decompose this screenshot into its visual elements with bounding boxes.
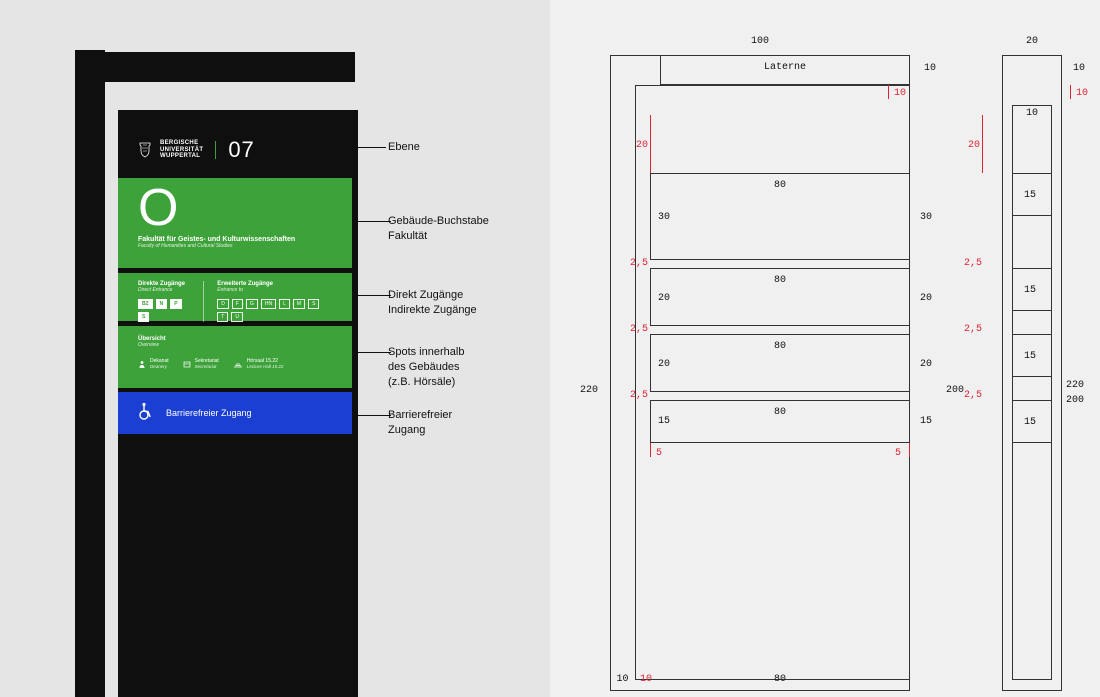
extended-badges: D F G HN L M S T U: [217, 299, 332, 322]
dim-r1-h: 30: [920, 212, 932, 223]
dim-outer-h: 220: [580, 385, 598, 396]
badge: S: [138, 312, 149, 322]
dim-bottom-margin: 10: [610, 674, 635, 685]
header-divider: [215, 141, 216, 159]
tick: [1070, 85, 1071, 99]
dim-r2-h: 20: [920, 293, 932, 304]
dim-r3-h: 20: [920, 359, 932, 370]
dim-s4: 15: [1024, 417, 1036, 428]
faculty-name: Fakultät für Geistes- und Kulturwissensc…: [118, 234, 352, 243]
callout-ebene: Ebene: [388, 140, 420, 155]
support-beam-vertical: [75, 50, 105, 697]
dim-b3-h: 20: [658, 359, 670, 370]
badge: F: [232, 299, 243, 309]
dim-b4-h: 15: [658, 416, 670, 427]
dim-red-top-gap: 20: [636, 140, 648, 151]
dim-b2-h: 20: [658, 293, 670, 304]
spot-label-en: Lecture Hall 15.22: [247, 364, 284, 369]
badge: HN: [261, 299, 276, 309]
badge: L: [279, 299, 290, 309]
dim-side-inner-h: 200: [1066, 395, 1084, 406]
support-beam-horizontal: [75, 52, 355, 82]
dim-side-gap: 10: [1064, 63, 1094, 74]
deanery-icon: [138, 360, 146, 368]
badge: T: [217, 312, 228, 322]
spot-item: SekretariatSecretariat: [183, 358, 219, 369]
dim-red-sg2: 2,5: [964, 324, 982, 335]
lantern-label: Laterne: [660, 62, 910, 73]
access-block: Direkte Zugänge Direct Entrance BZ N P S…: [118, 273, 352, 321]
tick: [650, 115, 651, 173]
badge: G: [246, 299, 258, 309]
building-letter: O: [118, 178, 352, 234]
dim-side-w: 20: [1002, 36, 1062, 47]
dim-s3: 15: [1024, 351, 1036, 362]
spot-label-en: Secretariat: [195, 364, 219, 369]
faculty-name-en: Faculty of Humanities and Cultural Studi…: [118, 243, 352, 249]
badge: P: [170, 299, 181, 309]
dim-red-top-gap-2: 20: [968, 140, 980, 151]
badge: M: [293, 299, 305, 309]
dim-red-g3: 2,5: [630, 390, 648, 401]
dim-red-g2: 2,5: [630, 324, 648, 335]
spot-label-en: Deanery: [150, 364, 169, 369]
extended-access-subtitle: Entrance to: [217, 287, 332, 293]
building-faculty-block: O Fakultät für Geistes- und Kulturwissen…: [118, 178, 352, 268]
dim-b1-h: 30: [658, 212, 670, 223]
dim-side-outer-h: 220: [1066, 380, 1084, 391]
dim-red-5-l: 5: [656, 448, 662, 459]
dim-s1: 15: [1024, 190, 1036, 201]
accessible-entrance-block: Barrierefreier Zugang: [118, 392, 352, 434]
wheelchair-icon: [138, 402, 154, 425]
tick: [982, 115, 983, 173]
tick: [909, 443, 910, 457]
dim-r4-h: 15: [920, 416, 932, 427]
level-number: 07: [228, 137, 254, 163]
dim-side-inner-top: 10: [1012, 108, 1052, 119]
dim-red-5-r: 5: [895, 448, 901, 459]
spot-item: DekanatDeanery: [138, 358, 169, 369]
badge: S: [308, 299, 319, 309]
dim-red-sg1: 2,5: [964, 258, 982, 269]
pylon-header: BERGISCHEUNIVERSITÄTWUPPERTAL 07: [138, 132, 338, 168]
dim-b3-w: 80: [650, 341, 910, 352]
dim-inner-h: 200: [946, 385, 964, 396]
accessible-entrance-label: Barrierefreier Zugang: [166, 408, 252, 418]
direct-access-column: Direkte Zugänge Direct Entrance BZ N P S: [138, 281, 189, 322]
dim-red-side-margin: 10: [1076, 88, 1088, 99]
dim-b2-w: 80: [650, 275, 910, 286]
badge: N: [156, 299, 168, 309]
dim-b1-w: 80: [650, 180, 910, 191]
dim-red-margin: 10: [894, 88, 906, 99]
dim-red-sg3: 2,5: [964, 390, 982, 401]
extended-access-column: Erweiterte Zugänge Entrance to D F G HN …: [217, 281, 332, 322]
university-crest-icon: [138, 142, 152, 158]
secretariat-icon: [183, 360, 191, 368]
tick: [650, 443, 651, 457]
callout-spots: Spots innerhalb des Gebäudes (z.B. Hörsä…: [388, 345, 464, 390]
dim-outer-w: 100: [610, 36, 910, 47]
spot-item: Hörsaal 15.22Lecture Hall 15.22: [233, 358, 284, 369]
callout-zugaenge: Direkt Zugänge Indirekte Zugänge: [388, 288, 477, 318]
badge: D: [217, 299, 229, 309]
dim-red-g1: 2,5: [630, 258, 648, 269]
badge: U: [231, 312, 243, 322]
overview-block: Übersicht Overview DekanatDeanery Sekret…: [118, 326, 352, 388]
badge: BZ: [138, 299, 153, 309]
mockup-panel: BERGISCHEUNIVERSITÄTWUPPERTAL 07 O Fakul…: [0, 0, 550, 697]
overview-subtitle: Overview: [138, 342, 332, 348]
lecture-hall-icon: [233, 360, 243, 368]
technical-drawing-panel: Laterne 100 20 10 10 10 10 10 20 20 2,5: [550, 0, 1100, 697]
university-name: BERGISCHEUNIVERSITÄTWUPPERTAL: [160, 140, 203, 160]
callout-gebaeude: Gebäude-Buchstabe Fakultät: [388, 214, 489, 244]
dim-gap-right: 10: [915, 63, 945, 74]
dim-s2: 15: [1024, 285, 1036, 296]
direct-badges: BZ N P S: [138, 299, 189, 322]
dim-bottom-w: 80: [650, 674, 910, 685]
direct-access-subtitle: Direct Entrance: [138, 287, 189, 293]
tick: [888, 85, 889, 99]
dim-b4-w: 80: [650, 407, 910, 418]
callout-barrierefrei: Barrierefreier Zugang: [388, 408, 452, 438]
